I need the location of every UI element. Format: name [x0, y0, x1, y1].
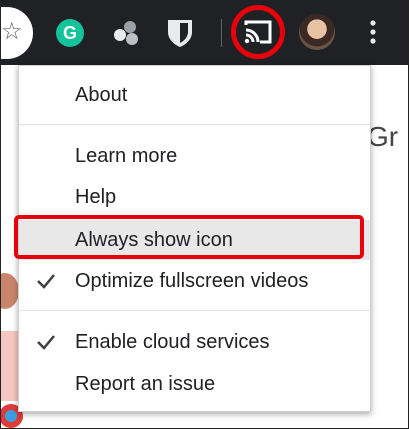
cast-icon-highlight	[231, 5, 285, 59]
more-menu-icon[interactable]	[361, 17, 385, 47]
menu-divider	[19, 124, 370, 125]
extension-dots-icon[interactable]	[109, 16, 143, 50]
menu-item-label: Report an issue	[75, 373, 216, 395]
menu-item-report-an-issue[interactable]: Report an issue	[19, 364, 370, 404]
menu-item-label: Enable cloud services	[75, 331, 270, 353]
checkmark-icon	[37, 274, 55, 289]
menu-item-label: About	[75, 84, 128, 106]
menu-item-help[interactable]: Help	[19, 177, 370, 217]
toolbar-separator	[221, 19, 222, 47]
grammarly-icon[interactable]: G	[53, 16, 87, 50]
browser-window: Gr ☆ G About Learn more Help Always show…	[0, 0, 409, 429]
menu-item-label: Learn more	[75, 145, 178, 167]
bookmark-star-icon[interactable]: ☆	[1, 19, 23, 45]
menu-item-optimize-fullscreen-videos[interactable]: Optimize fullscreen videos	[19, 261, 370, 301]
grammarly-letter: G	[63, 23, 77, 43]
bitwarden-icon[interactable]	[163, 16, 197, 50]
page-heading-fragment: Gr	[367, 121, 399, 152]
menu-item-label: Optimize fullscreen videos	[75, 270, 309, 292]
menu-item-about[interactable]: About	[19, 75, 370, 115]
menu-item-enable-cloud-services[interactable]: Enable cloud services	[19, 322, 370, 362]
menu-item-label: Help	[75, 186, 117, 208]
browser-toolbar: ☆ G	[1, 1, 408, 65]
profile-avatar[interactable]	[299, 14, 335, 50]
menu-item-learn-more[interactable]: Learn more	[19, 136, 370, 176]
always-show-icon-highlight	[14, 215, 364, 259]
menu-divider	[19, 310, 370, 311]
checkmark-icon	[37, 335, 55, 350]
